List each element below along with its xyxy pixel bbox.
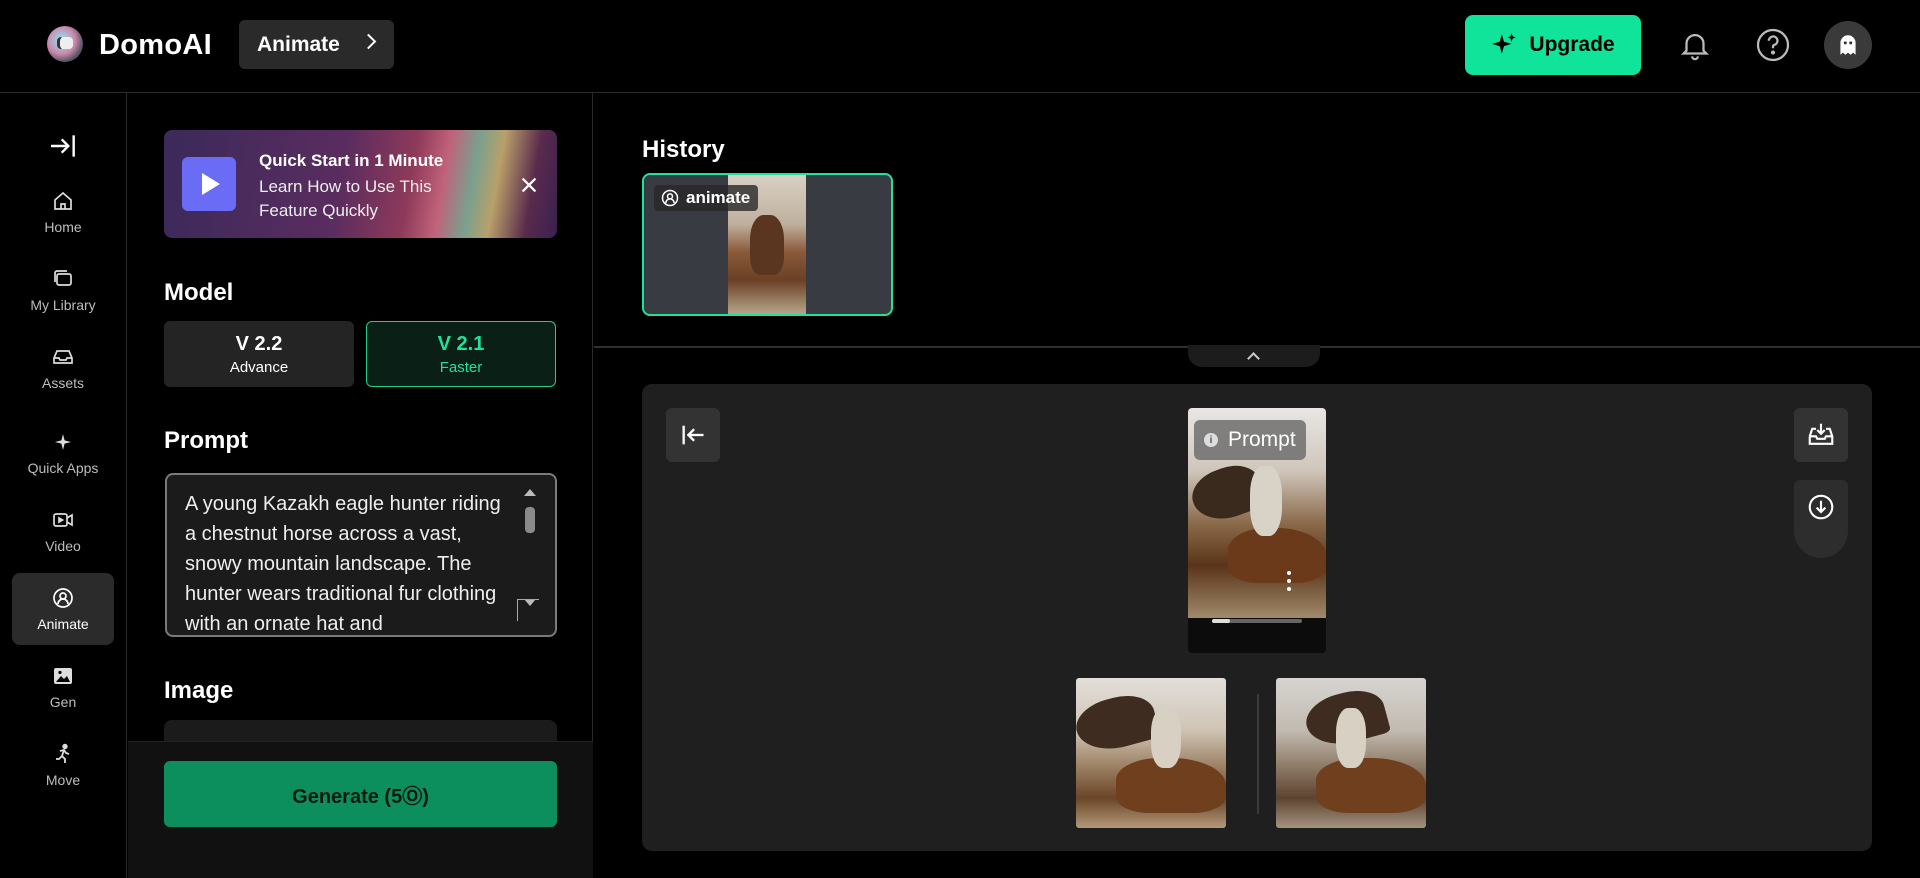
history-title: History	[642, 136, 725, 163]
prompt-textarea[interactable]: A young Kazakh eagle hunter riding a che…	[165, 473, 557, 637]
model-desc: Advance	[229, 358, 289, 376]
sidebar-item-quick-apps[interactable]: Quick Apps	[12, 417, 114, 489]
upgrade-button[interactable]: Upgrade	[1465, 15, 1641, 75]
sidebar-item-move[interactable]: Move	[12, 729, 114, 801]
horse	[1228, 528, 1326, 583]
sidebar-item-label: Move	[45, 772, 81, 788]
collapse-history-handle[interactable]	[1188, 345, 1320, 367]
sidebar-item-label: Quick Apps	[27, 460, 99, 476]
user-avatar[interactable]	[1824, 21, 1872, 69]
resize-handle-icon[interactable]	[517, 599, 539, 621]
model-option-v21[interactable]: V 2.1 Faster	[366, 321, 556, 387]
sparkle-icon	[55, 434, 71, 450]
sidebar-item-label: Home	[44, 219, 82, 235]
sidebar: Home My Library Assets Quick Apps Video …	[0, 93, 127, 878]
image-section-title: Image	[164, 677, 234, 704]
top-bar: DomoAI Animate Upgrade	[0, 0, 1920, 93]
download-button[interactable]	[1794, 480, 1848, 558]
rider	[1250, 466, 1282, 536]
history-item-label: animate	[686, 188, 751, 207]
library-icon	[54, 270, 72, 286]
play-icon[interactable]	[182, 157, 236, 211]
banner-subtitle: Learn How to Use This Feature Quickly	[259, 177, 432, 220]
quick-start-banner[interactable]: Quick Start in 1 Minute Learn How to Use…	[164, 130, 557, 238]
generate-button[interactable]: Generate (5Ⓞ)	[164, 761, 557, 827]
prompt-section-title: Prompt	[164, 427, 248, 454]
domoai-logo-icon[interactable]	[47, 26, 83, 62]
result-video[interactable]: i Prompt	[1188, 408, 1326, 653]
prompt-scrollbar[interactable]	[521, 489, 539, 609]
model-section-title: Model	[164, 279, 234, 306]
sidebar-item-label: Assets	[41, 375, 84, 391]
breadcrumb-label: Animate	[257, 32, 340, 56]
result-viewer: i Prompt	[642, 384, 1872, 851]
back-button[interactable]	[666, 408, 720, 462]
sidebar-item-home[interactable]: Home	[12, 176, 114, 248]
sidebar-item-label: My Library	[30, 297, 96, 313]
model-desc: Faster	[439, 358, 483, 376]
sidebar-item-gen[interactable]: Gen	[12, 651, 114, 723]
scroll-up-icon[interactable]	[524, 489, 536, 496]
right-toolbar	[1794, 408, 1848, 558]
model-version: V 2.1	[437, 332, 485, 355]
sidebar-item-assets[interactable]: Assets	[12, 332, 114, 404]
generate-bar: Generate (5Ⓞ)	[128, 741, 593, 878]
sidebar-item-animate[interactable]: Animate	[12, 573, 114, 645]
sidebar-item-video[interactable]: Video	[12, 495, 114, 567]
chevron-right-icon	[360, 33, 377, 50]
ghost-avatar-icon	[1840, 35, 1856, 55]
prompt-text[interactable]: A young Kazakh eagle hunter riding a che…	[185, 489, 515, 635]
reference-image-thumbnail[interactable]	[1276, 678, 1426, 828]
home-icon	[54, 191, 72, 210]
settings-panel: Quick Start in 1 Minute Learn How to Use…	[128, 93, 593, 878]
arrow-left-to-line-icon	[682, 425, 704, 445]
sidebar-item-my-library[interactable]: My Library	[12, 254, 114, 326]
info-icon: i	[1204, 433, 1218, 447]
history-item[interactable]: animate	[642, 173, 893, 316]
video-progress-bar[interactable]	[1212, 619, 1302, 623]
video-progress-fill	[1212, 619, 1230, 623]
assets-icon	[53, 350, 73, 364]
save-to-library-button[interactable]	[1794, 408, 1848, 462]
prompt-info-tag[interactable]: i Prompt	[1194, 420, 1306, 460]
main-content: History animate i Prompt	[594, 93, 1920, 878]
notifications-bell-icon[interactable]	[1675, 25, 1715, 65]
close-icon[interactable]	[518, 174, 540, 196]
history-badge: animate	[654, 185, 759, 211]
download-icon	[1808, 494, 1834, 520]
expand-sidebar-icon[interactable]	[47, 130, 79, 162]
banner-title: Quick Start in 1 Minute	[259, 151, 444, 170]
brand-name[interactable]: DomoAI	[99, 29, 212, 62]
inbox-download-icon	[1808, 423, 1834, 445]
help-icon[interactable]	[1753, 25, 1793, 65]
more-options-icon[interactable]	[1287, 571, 1291, 591]
prompt-tag-label: Prompt	[1228, 428, 1296, 451]
video-icon	[53, 513, 73, 527]
scroll-thumb[interactable]	[525, 507, 535, 533]
model-version: V 2.2	[235, 332, 283, 355]
sidebar-item-label: Video	[45, 538, 81, 554]
source-image-thumbnail[interactable]	[1076, 678, 1226, 828]
model-option-v22[interactable]: V 2.2 Advance	[164, 321, 354, 387]
animate-icon	[661, 189, 679, 207]
sidebar-item-label: Gen	[49, 694, 77, 710]
sidebar-item-label: Animate	[37, 616, 89, 632]
animate-icon	[53, 588, 73, 608]
image-icon	[54, 668, 72, 684]
sparkle-icon	[1492, 33, 1517, 54]
breadcrumb-animate[interactable]: Animate	[239, 20, 394, 69]
thumbnail-separator	[1257, 694, 1259, 814]
upgrade-label: Upgrade	[1529, 33, 1615, 56]
chevron-up-icon	[1247, 352, 1260, 365]
move-icon	[56, 743, 70, 763]
